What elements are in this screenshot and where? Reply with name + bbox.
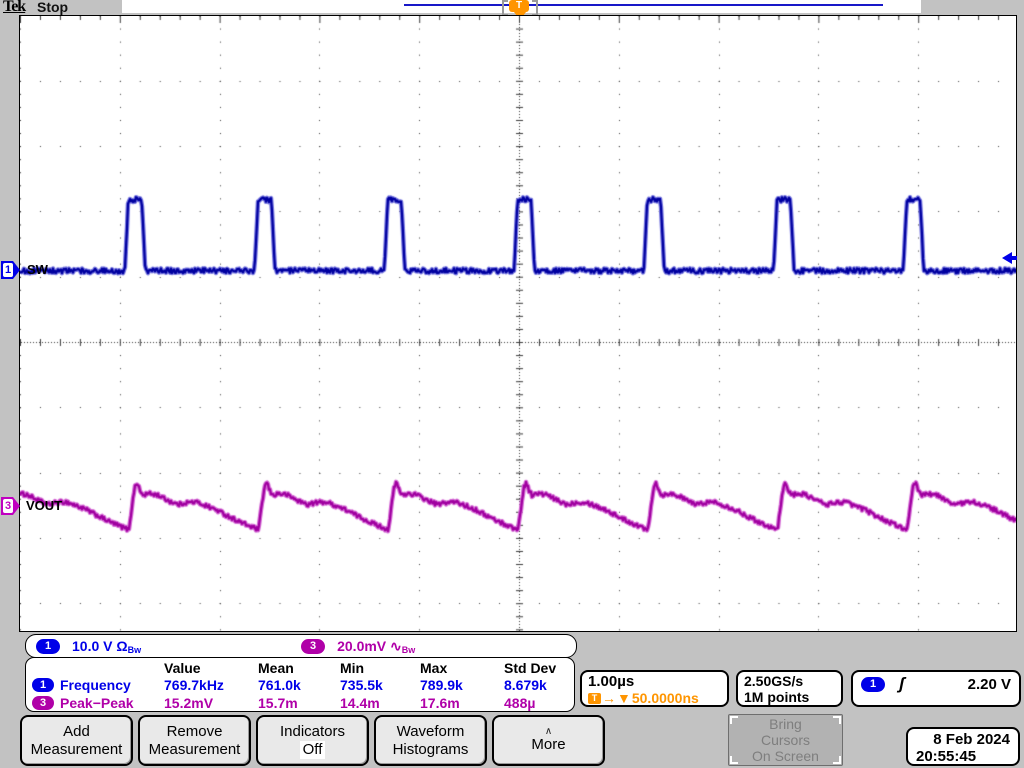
channel-3-badge: 3 bbox=[301, 639, 325, 654]
meas-row1-channel-badge: 1 bbox=[32, 678, 54, 692]
corner-mark bbox=[833, 716, 841, 724]
record-length-bar bbox=[404, 4, 883, 6]
date-value: 8 Feb 2024 bbox=[916, 731, 1010, 748]
oscilloscope-screen: { "header": { "logo": "Tek", "acq_status… bbox=[0, 0, 1024, 768]
trigger-delay-value: 50.0000ns bbox=[632, 690, 699, 706]
acquisition-status: Stop bbox=[37, 0, 68, 15]
date-time-readout: 8 Feb 2024 20:55:45 bbox=[906, 727, 1020, 766]
indicators-off-button[interactable]: Indicators Off bbox=[256, 715, 369, 766]
tek-logo: Tek bbox=[3, 0, 25, 16]
trigger-readout[interactable]: 1 ʃ 2.20 V bbox=[851, 670, 1021, 707]
channel-3-scale-readout[interactable]: 3 20.0mV ∿Bw bbox=[301, 638, 415, 655]
meas-row1-min: 735.5k bbox=[340, 677, 420, 693]
sample-rate: 2.50GS/s bbox=[744, 673, 835, 689]
channel-1-number: 1 bbox=[3, 263, 13, 277]
time-per-division: 1.00µs bbox=[588, 673, 721, 690]
meas-row1-stddev: 8.679k bbox=[504, 677, 574, 693]
meas-row1-max: 789.9k bbox=[420, 677, 504, 693]
channel-3-bandwidth-icon: Bw bbox=[402, 645, 416, 655]
bring-cursors-on-screen-button[interactable]: Bring Cursors On Screen bbox=[728, 714, 843, 766]
remove-measurement-line2: Measurement bbox=[149, 741, 241, 759]
corner-mark bbox=[730, 756, 738, 764]
trace-label-vout: VOUT bbox=[26, 498, 62, 513]
meas-row2-min: 14.4m bbox=[340, 695, 420, 711]
waveform-display-area[interactable] bbox=[19, 15, 1017, 632]
add-measurement-button[interactable]: Add Measurement bbox=[20, 715, 133, 766]
channel-3-number: 3 bbox=[3, 499, 13, 513]
channel-1-scale: 10.0 V bbox=[72, 638, 112, 654]
meas-header-mean: Mean bbox=[258, 660, 340, 676]
channel-1-scale-readout[interactable]: 1 10.0 V ΩBw bbox=[36, 638, 141, 655]
meas-header-stddev: Std Dev bbox=[504, 660, 574, 676]
channel-scale-readout-bar[interactable]: 1 10.0 V ΩBw 3 20.0mV ∿Bw bbox=[25, 634, 577, 658]
bring-cursors-line1: Bring bbox=[769, 716, 802, 732]
rising-edge-slope-icon: ʃ bbox=[899, 674, 904, 694]
waveform-histograms-line1: Waveform bbox=[397, 723, 465, 741]
more-up-arrow-icon: ∧ bbox=[545, 728, 552, 736]
meas-row1-value: 769.7kHz bbox=[164, 677, 258, 693]
measurement-panel[interactable]: Value Mean Min Max Std Dev 1 Frequency 7… bbox=[25, 657, 575, 712]
trace-label-sw: SW bbox=[27, 262, 48, 277]
meas-row2-value: 15.2mV bbox=[164, 695, 258, 711]
corner-mark bbox=[730, 716, 738, 724]
channel-1-position-marker[interactable]: 1 bbox=[1, 261, 20, 279]
add-measurement-line2: Measurement bbox=[31, 741, 123, 759]
waveform-histograms-line2: Histograms bbox=[393, 741, 469, 759]
waveform-canvas[interactable] bbox=[20, 16, 1016, 631]
more-button[interactable]: ∧ More bbox=[492, 715, 605, 766]
indicators-off-state: Off bbox=[300, 741, 326, 759]
arrow-down-icon: ▼ bbox=[617, 690, 631, 706]
channel-3-scale: 20.0mV bbox=[337, 638, 386, 654]
top-status-bar: Tek Stop T bbox=[0, 0, 1024, 15]
time-value: 20:55:45 bbox=[916, 748, 1010, 765]
view-window-bracket-left bbox=[502, 0, 508, 16]
bring-cursors-line3: On Screen bbox=[752, 748, 819, 764]
corner-mark bbox=[833, 756, 841, 764]
horizontal-scale-readout[interactable]: 1.00µs T→▼50.0000ns bbox=[580, 670, 729, 707]
channel-3-coupling-icon: ∿ bbox=[390, 638, 402, 654]
add-measurement-line1: Add bbox=[63, 723, 90, 741]
trigger-source-badge: 1 bbox=[861, 677, 885, 692]
meas-header-max: Max bbox=[420, 660, 504, 676]
arrow-right-icon: → bbox=[602, 690, 616, 706]
more-label: More bbox=[531, 736, 565, 754]
remove-measurement-line1: Remove bbox=[167, 723, 223, 741]
indicators-line1: Indicators bbox=[280, 723, 345, 741]
trigger-position-marker[interactable]: T bbox=[509, 0, 529, 12]
record-length: 1M points bbox=[744, 689, 835, 705]
trigger-delay-readout: T→▼50.0000ns bbox=[588, 690, 721, 706]
meas-header-min: Min bbox=[340, 660, 420, 676]
view-window-bracket-right bbox=[532, 0, 538, 16]
meas-row2-name: Peak−Peak bbox=[60, 695, 164, 711]
meas-row2-max: 17.6m bbox=[420, 695, 504, 711]
meas-row2-mean: 15.7m bbox=[258, 695, 340, 711]
trigger-level-value: 2.20 V bbox=[968, 676, 1011, 693]
channel-1-impedance-icon: Ω bbox=[116, 638, 127, 654]
meas-header-value: Value bbox=[164, 660, 258, 676]
waveform-histograms-button[interactable]: Waveform Histograms bbox=[374, 715, 487, 766]
meas-row1-mean: 761.0k bbox=[258, 677, 340, 693]
acquisition-readout[interactable]: 2.50GS/s 1M points bbox=[736, 670, 843, 707]
trigger-t-icon: T bbox=[588, 693, 601, 704]
meas-row2-channel-badge: 3 bbox=[32, 696, 54, 710]
trigger-level-arrow-icon[interactable] bbox=[1002, 252, 1012, 264]
channel-1-badge: 1 bbox=[36, 639, 60, 654]
channel-3-position-marker[interactable]: 3 bbox=[1, 497, 20, 515]
remove-measurement-button[interactable]: Remove Measurement bbox=[138, 715, 251, 766]
meas-row2-stddev: 488µ bbox=[504, 695, 574, 711]
channel-1-bandwidth-icon: Bw bbox=[128, 645, 142, 655]
meas-row1-name: Frequency bbox=[60, 677, 164, 693]
bring-cursors-line2: Cursors bbox=[761, 732, 810, 748]
